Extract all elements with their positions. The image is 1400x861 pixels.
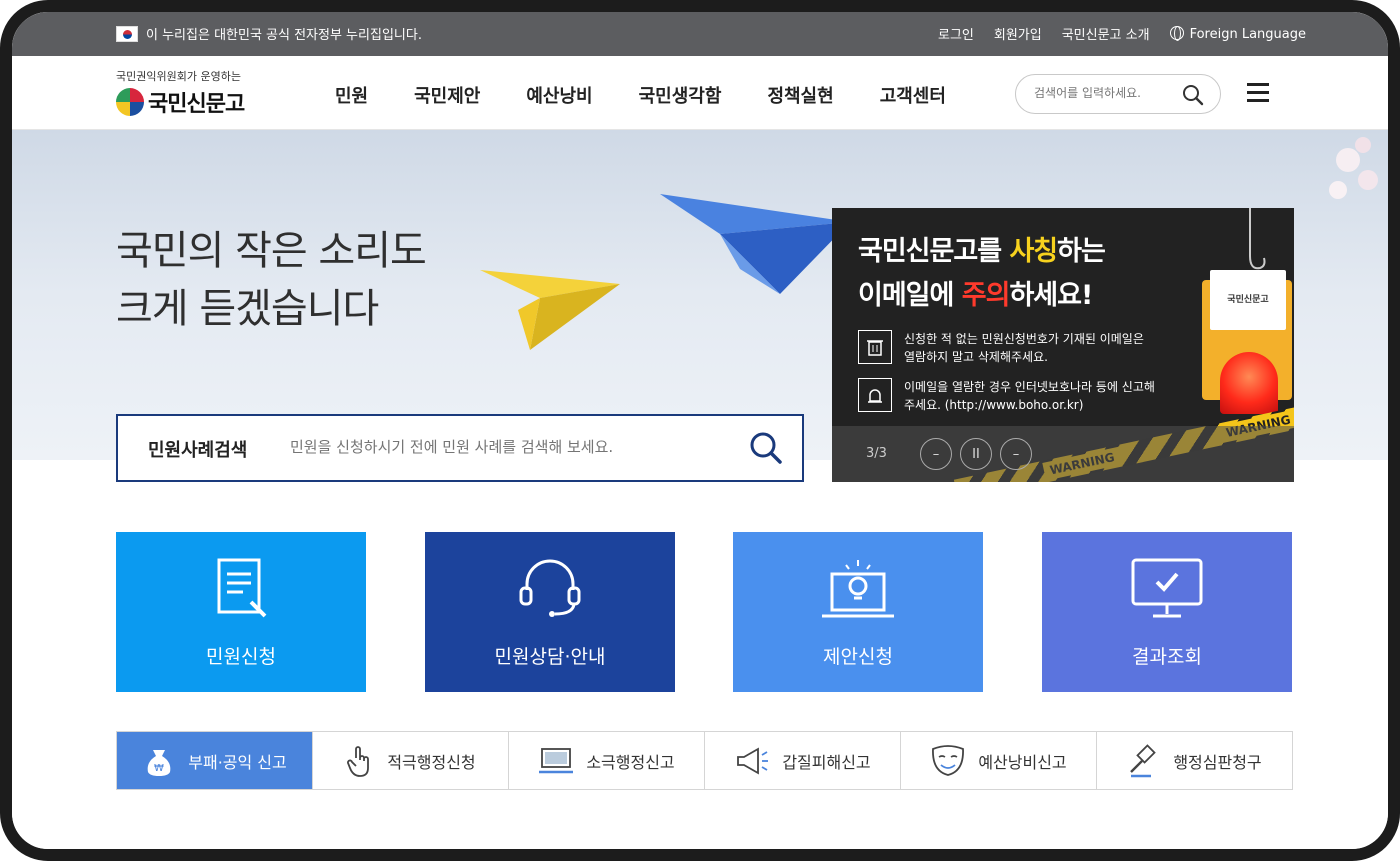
tile-proposal-apply[interactable]: 제안신청 — [733, 532, 983, 692]
about-link[interactable]: 국민신문고 소개 — [1062, 24, 1150, 43]
menu-icon[interactable] — [1247, 83, 1269, 102]
hero-title-line1: 국민의 작은 소리도 — [116, 228, 427, 274]
report-active-admin[interactable]: 적극행정신청 — [313, 732, 509, 789]
envelope-card: 국민신문고 — [1210, 270, 1286, 330]
banner-headline: 국민신문고를 사칭하는 이메일에 주의하세요! — [858, 230, 1106, 318]
notice-banner[interactable]: 국민신문고 국민신문고를 사칭하는 이메일에 주의하세요! 신청한 적 없는 민… — [832, 208, 1294, 482]
banner-headline-line2: 이메일에 주의하세요! — [858, 280, 1093, 311]
paper-plane-yellow-decoration — [480, 270, 620, 350]
hero-title: 국민의 작은 소리도 크게 듣겠습니다 — [116, 222, 427, 338]
logo-text: 국민신문고 — [148, 91, 245, 117]
banner-next-button[interactable]: – — [1000, 438, 1032, 470]
tile-consult-guide-label: 민원상담·안내 — [494, 646, 606, 668]
foreign-language-link[interactable]: Foreign Language — [1169, 25, 1306, 42]
siren-illustration — [1220, 352, 1278, 414]
gov-notice: 이 누리집은 대한민국 공식 전자정부 누리집입니다. — [116, 24, 422, 43]
banner-pause-button[interactable]: II — [960, 438, 992, 470]
report-power-abuse[interactable]: 갑질피해신고 — [705, 732, 901, 789]
gavel-icon — [1130, 743, 1157, 777]
report-passive-admin-label: 소극행정신고 — [586, 752, 675, 772]
laptop-icon — [539, 747, 574, 773]
banner-prev-button[interactable]: – — [920, 438, 952, 470]
search-icon[interactable] — [1182, 84, 1204, 106]
signup-link[interactable]: 회원가입 — [994, 24, 1042, 43]
tile-minwon-apply[interactable]: 민원신청 — [116, 532, 366, 692]
case-search-label: 민원사례검색 — [148, 440, 248, 461]
site-logo[interactable]: 국민신문고 — [116, 86, 245, 118]
cherry-blossom-decoration — [1329, 137, 1378, 199]
logo-mark-icon — [116, 88, 144, 116]
banner-item-delete-text: 신청한 적 없는 민원신청번호가 기재된 이메일은 열람하지 말고 삭제해주세요… — [904, 332, 1144, 364]
browser-frame: 이 누리집은 대한민국 공식 전자정부 누리집입니다. 로그인 회원가입 국민신… — [0, 0, 1400, 861]
foreign-language-label: Foreign Language — [1189, 26, 1306, 42]
report-budget-waste-label: 예산낭비신고 — [978, 752, 1067, 772]
globe-icon — [1169, 25, 1184, 41]
trash-icon — [858, 330, 892, 364]
tile-minwon-apply-label: 민원신청 — [206, 646, 276, 668]
report-budget-waste[interactable]: 예산낭비신고 — [901, 732, 1097, 789]
case-search-input[interactable] — [290, 438, 730, 456]
report-corruption[interactable]: ₩ 부패·공익 신고 — [117, 732, 313, 789]
case-search-box: 민원사례검색 — [116, 414, 804, 482]
header-search — [1015, 74, 1221, 114]
banner-headline-line1: 국민신문고를 사칭하는 — [858, 236, 1106, 267]
tile-result-check-label: 결과조회 — [1132, 646, 1202, 668]
header-search-input[interactable] — [1034, 86, 1174, 100]
nav-item-budget-waste[interactable]: 예산낭비 — [526, 82, 592, 108]
korean-flag-icon — [116, 25, 138, 42]
report-menu: ₩ 부패·공익 신고 적극행정신청 소극행정신고 갑질피해신고 예산낭비신고 행… — [116, 731, 1293, 790]
main-nav: 민원 국민제안 예산낭비 국민생각함 정책실현 고객센터 — [335, 82, 992, 108]
tile-proposal-apply-label: 제안신청 — [823, 646, 893, 668]
fishhook-decoration — [1249, 208, 1266, 270]
headset-icon — [519, 559, 581, 617]
report-corruption-label: 부패·공익 신고 — [188, 752, 287, 772]
nav-item-customer-center[interactable]: 고객센터 — [880, 82, 946, 108]
money-bag-icon: ₩ — [147, 749, 171, 776]
banner-controls: 3/3 – II – — [832, 426, 1294, 482]
report-active-admin-label: 적극행정신청 — [387, 752, 476, 772]
tile-result-check[interactable]: 결과조회 — [1042, 532, 1292, 692]
top-utility-bar: 이 누리집은 대한민국 공식 전자정부 누리집입니다. 로그인 회원가입 국민신… — [12, 12, 1388, 56]
banner-pager: 3/3 — [866, 446, 887, 461]
hero-title-line2: 크게 듣겠습니다 — [116, 286, 379, 332]
nav-item-proposal[interactable]: 국민제안 — [414, 82, 480, 108]
nav-item-minwon[interactable]: 민원 — [335, 82, 368, 108]
report-power-abuse-label: 갑질피해신고 — [782, 752, 871, 772]
nav-item-opinion[interactable]: 국민생각함 — [639, 82, 722, 108]
report-passive-admin[interactable]: 소극행정신고 — [509, 732, 705, 789]
case-search-icon[interactable] — [748, 430, 784, 466]
nav-item-policy[interactable]: 정책실현 — [767, 82, 833, 108]
report-admin-appeal-label: 행정심판청구 — [1173, 752, 1262, 772]
tile-consult-guide[interactable]: 민원상담·안내 — [425, 532, 675, 692]
report-admin-appeal[interactable]: 행정심판청구 — [1097, 732, 1292, 789]
login-link[interactable]: 로그인 — [938, 24, 974, 43]
banner-item-report: 이메일을 열람한 경우 인터넷보호나라 등에 신고해주세요. (http://w… — [858, 378, 1158, 414]
mask-icon — [932, 744, 965, 776]
site-header: 국민권익위원회가 운영하는 국민신문고 민원 국민제안 예산낭비 국민생각함 정… — [12, 56, 1388, 130]
paper-plane-blue-decoration — [660, 194, 850, 294]
gov-notice-text: 이 누리집은 대한민국 공식 전자정부 누리집입니다. — [146, 28, 422, 43]
idea-laptop-icon — [822, 560, 894, 618]
hand-pointer-icon — [347, 745, 370, 777]
banner-item-delete: 신청한 적 없는 민원신청번호가 기재된 이메일은 열람하지 말고 삭제해주세요… — [858, 330, 1158, 366]
logo-subtitle: 국민권익위원회가 운영하는 — [116, 70, 241, 83]
banner-item-report-text: 이메일을 열람한 경우 인터넷보호나라 등에 신고해주세요. (http://w… — [904, 380, 1155, 412]
alarm-icon — [858, 378, 892, 412]
document-icon — [217, 558, 267, 618]
megaphone-icon — [737, 746, 769, 775]
svg-text:₩: ₩ — [154, 763, 164, 774]
monitor-check-icon — [1131, 558, 1203, 618]
utility-links: 로그인 회원가입 국민신문고 소개 Foreign Language — [938, 24, 1306, 43]
